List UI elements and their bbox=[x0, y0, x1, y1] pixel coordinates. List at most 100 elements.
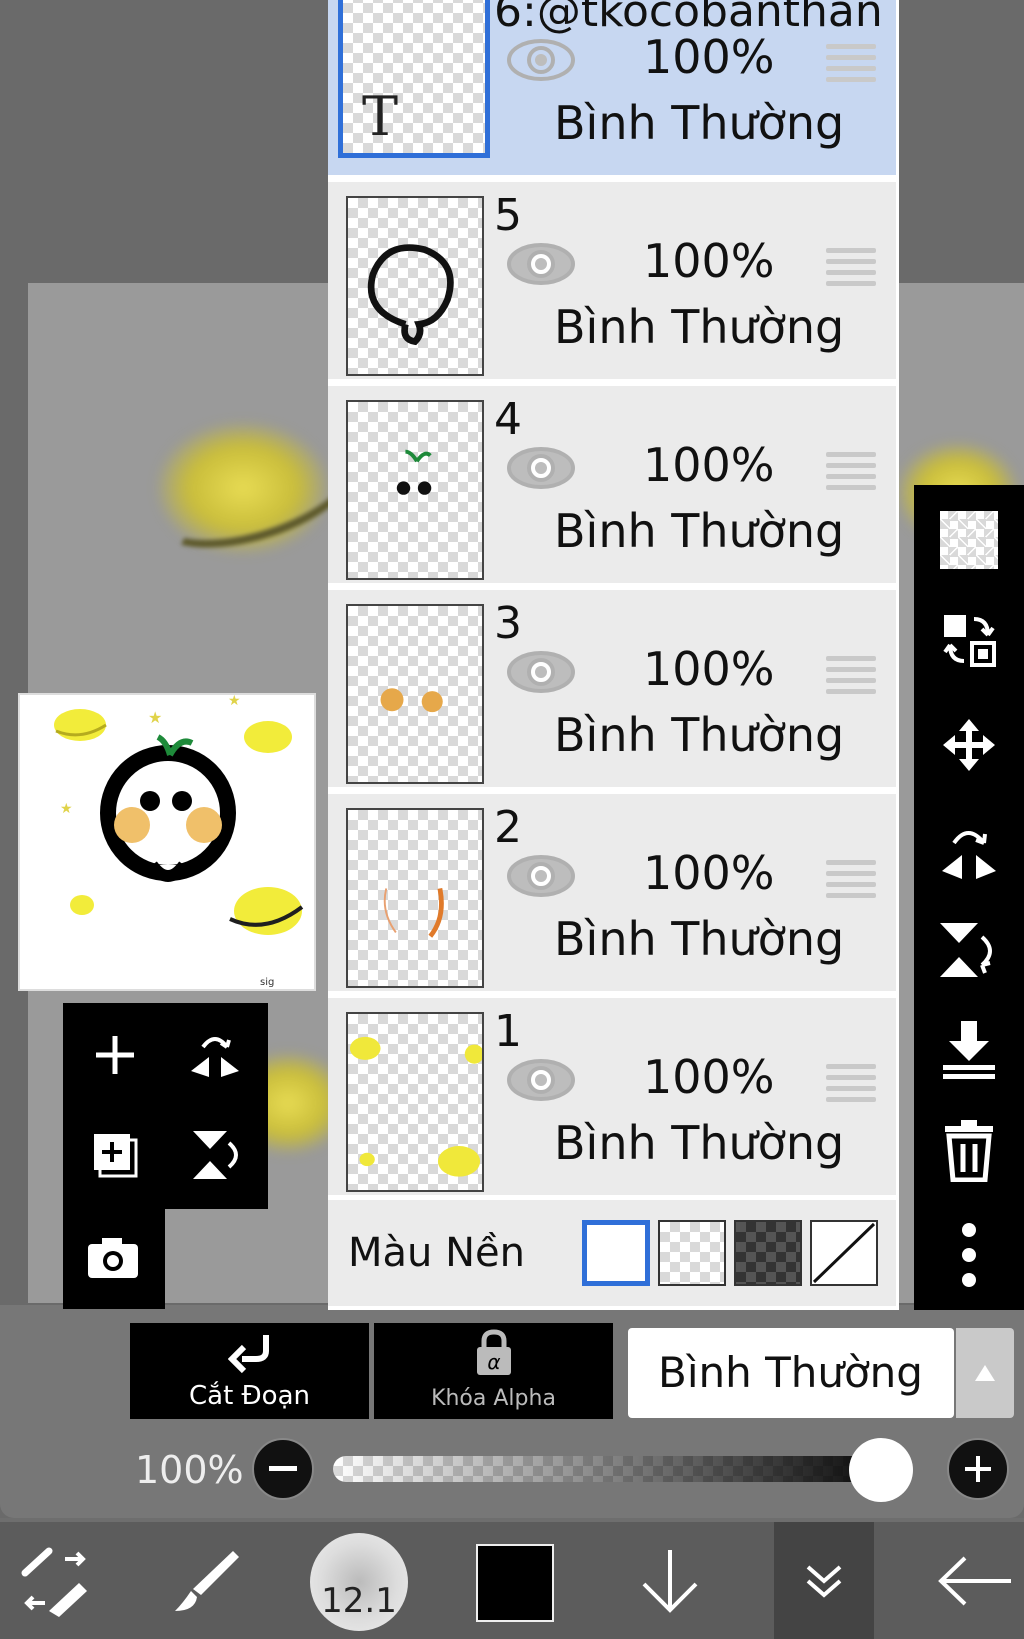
flip-horizontal-icon bbox=[191, 1037, 239, 1077]
layer-panel-toggle-button[interactable] bbox=[774, 1522, 874, 1639]
tool-switch-button[interactable] bbox=[10, 1522, 100, 1639]
layer-opacity: 100% bbox=[643, 30, 775, 84]
layer-thumbnail[interactable] bbox=[346, 196, 484, 376]
layer-name: 5 bbox=[494, 190, 522, 241]
clipping-button[interactable]: Cắt Đoạn bbox=[130, 1323, 369, 1419]
layer-thumbnail[interactable]: T bbox=[338, 0, 490, 158]
layer-thumbnail[interactable] bbox=[346, 400, 484, 580]
opacity-slider-knob[interactable] bbox=[849, 1438, 913, 1502]
eye-icon[interactable] bbox=[506, 650, 576, 694]
eye-icon[interactable] bbox=[506, 242, 576, 286]
layer-blend-mode: Bình Thường bbox=[554, 96, 845, 150]
thumb-text: T bbox=[362, 85, 398, 148]
layer-row[interactable]: 5 100% Bình Thường bbox=[328, 182, 896, 382]
layer-name: 3 bbox=[494, 598, 522, 649]
delete-layer-button[interactable] bbox=[934, 1115, 1004, 1185]
merge-down-button[interactable] bbox=[934, 1015, 1004, 1085]
flip-horizontal-icon bbox=[942, 831, 996, 879]
brush-size-button[interactable]: 12.1 bbox=[310, 1533, 408, 1631]
layer-thumbnail[interactable] bbox=[346, 1012, 484, 1192]
svg-text:★: ★ bbox=[228, 695, 241, 709]
svg-text:★: ★ bbox=[60, 801, 73, 817]
layer-opacity: 100% bbox=[643, 642, 775, 696]
layer-thumbnail[interactable] bbox=[346, 808, 484, 988]
brush-eraser-swap-icon bbox=[21, 1547, 87, 1617]
layer-thumb-art bbox=[380, 688, 443, 713]
layer-name: 1 bbox=[494, 1006, 522, 1057]
transparency-button[interactable] bbox=[934, 505, 1004, 575]
more-options-button[interactable] bbox=[934, 1220, 1004, 1290]
bg-swatch-checker-light[interactable] bbox=[658, 1220, 726, 1286]
trash-icon bbox=[945, 1120, 993, 1182]
flip-vertical-icon bbox=[940, 923, 992, 977]
clipping-label: Cắt Đoạn bbox=[188, 1381, 310, 1411]
brush-tool-button[interactable] bbox=[165, 1522, 245, 1639]
flip-vertical-button[interactable] bbox=[185, 1125, 245, 1185]
opacity-increase-button[interactable] bbox=[947, 1438, 1009, 1500]
layer-thumb-art bbox=[349, 1036, 482, 1177]
arrow-down-icon bbox=[642, 1549, 698, 1613]
layer-name: 4 bbox=[494, 394, 522, 445]
drag-handle-icon[interactable] bbox=[826, 860, 876, 900]
bg-swatch-white[interactable] bbox=[582, 1220, 650, 1286]
more-vertical-icon bbox=[962, 1223, 976, 1287]
drag-handle-icon[interactable] bbox=[826, 656, 876, 696]
layer-blend-mode: Bình Thường bbox=[554, 708, 845, 762]
alpha-lock-button[interactable]: α Khóa Alpha bbox=[374, 1323, 613, 1419]
brush-icon bbox=[175, 1550, 239, 1611]
drag-handle-icon[interactable] bbox=[826, 452, 876, 492]
opacity-decrease-button[interactable] bbox=[252, 1438, 314, 1500]
blend-mode-value: Bình Thường bbox=[658, 1348, 923, 1397]
layer-thumbnail[interactable] bbox=[346, 604, 484, 784]
drag-handle-icon[interactable] bbox=[826, 1064, 876, 1104]
layer-blend-mode: Bình Thường bbox=[554, 912, 845, 966]
layer-opacity: 100% bbox=[643, 1050, 775, 1104]
flip-horizontal-layer-button[interactable] bbox=[934, 815, 1004, 885]
layer-thumb-art: T bbox=[362, 85, 398, 148]
background-color-label: Màu Nền bbox=[348, 1230, 525, 1276]
blend-mode-select[interactable]: Bình Thường bbox=[628, 1328, 954, 1418]
flip-horizontal-button[interactable] bbox=[185, 1025, 245, 1085]
opacity-slider[interactable] bbox=[333, 1456, 905, 1482]
bg-swatch-checker-dark[interactable] bbox=[734, 1220, 802, 1286]
layer-row[interactable]: 4 100% Bình Thường bbox=[328, 386, 896, 586]
drag-handle-icon[interactable] bbox=[826, 44, 876, 84]
swap-layers-button[interactable] bbox=[934, 605, 1004, 675]
layer-thumb-art bbox=[367, 244, 454, 346]
clip-arrow-icon bbox=[228, 1335, 269, 1374]
back-button[interactable] bbox=[930, 1522, 1020, 1639]
flip-vertical-layer-button[interactable] bbox=[934, 915, 1004, 985]
layer-thumb-art bbox=[383, 887, 444, 938]
minus-icon bbox=[269, 1466, 297, 1471]
layer-row[interactable]: 1 100% Bình Thường bbox=[328, 998, 896, 1198]
layer-row[interactable]: T 6:@tkocobanthan 100% Bình Thường bbox=[328, 0, 896, 178]
duplicate-layer-button[interactable] bbox=[85, 1125, 145, 1185]
layer-opacity-label: 100% bbox=[135, 1448, 244, 1492]
current-color-button[interactable] bbox=[476, 1544, 554, 1622]
layer-opacity: 100% bbox=[643, 846, 775, 900]
drag-handle-icon[interactable] bbox=[826, 248, 876, 288]
move-icon bbox=[943, 719, 995, 771]
bg-swatch-none[interactable] bbox=[810, 1220, 878, 1286]
eye-icon[interactable] bbox=[506, 446, 576, 490]
layer-tools-panel bbox=[63, 1003, 268, 1209]
eye-icon[interactable] bbox=[506, 38, 576, 82]
blend-mode-dropdown-button[interactable] bbox=[956, 1328, 1014, 1418]
eye-icon[interactable] bbox=[506, 1058, 576, 1102]
layer-tools-panel-extra bbox=[63, 1209, 165, 1309]
layer-row[interactable]: 2 100% Bình Thường bbox=[328, 794, 896, 994]
layer-row[interactable]: 3 100% Bình Thường bbox=[328, 590, 896, 790]
plus-icon bbox=[96, 1036, 134, 1074]
layer-name: 2 bbox=[494, 802, 522, 853]
layer-down-button[interactable] bbox=[630, 1522, 710, 1639]
alpha-lock-label: Khóa Alpha bbox=[431, 1386, 556, 1411]
preview-artwork: ★ ★ ★ sig bbox=[54, 695, 304, 988]
canvas-preview[interactable]: ★ ★ ★ sig bbox=[18, 693, 316, 991]
move-button[interactable] bbox=[934, 710, 1004, 780]
eye-icon[interactable] bbox=[506, 854, 576, 898]
camera-button[interactable] bbox=[83, 1227, 143, 1287]
camera-icon bbox=[88, 1238, 138, 1278]
svg-text:★: ★ bbox=[148, 708, 162, 727]
add-layer-button[interactable] bbox=[85, 1025, 145, 1085]
no-background-icon bbox=[812, 1222, 876, 1284]
